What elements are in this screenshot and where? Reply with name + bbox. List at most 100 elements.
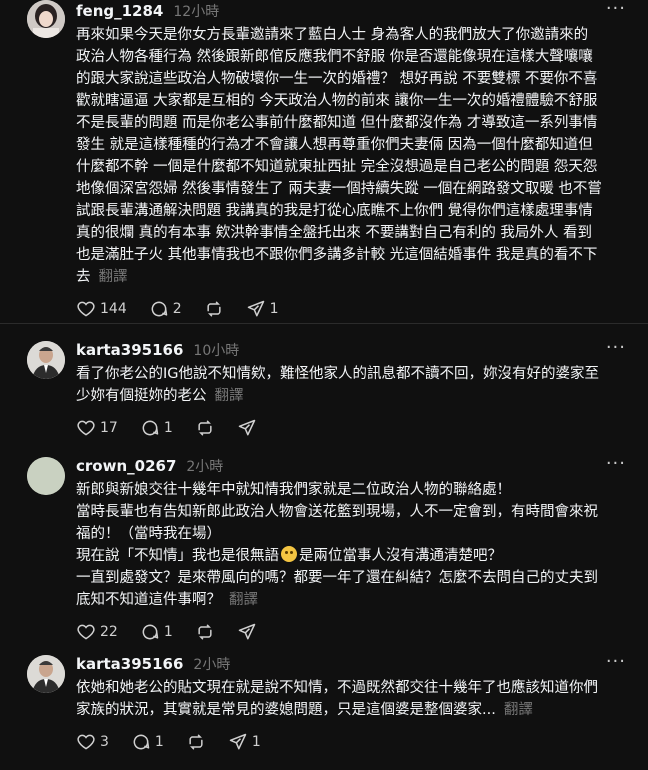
action-bar: 17 1: [76, 417, 628, 439]
avatar[interactable]: [27, 457, 65, 495]
text-line-content: 去: [76, 269, 91, 285]
post-text: 看了你老公的IG他說不知情欸，難怪他家人的訊息都不讀不回，妳沒有好的婆家至 少妳…: [76, 363, 628, 407]
translate-link[interactable]: 翻譯: [504, 702, 533, 718]
more-icon[interactable]: ···: [606, 339, 626, 357]
translate-link[interactable]: 翻譯: [229, 592, 258, 608]
comment-count: 1: [163, 624, 173, 640]
text-line: 少妳有個挺妳的老公 翻譯: [76, 385, 628, 407]
text-line: 底知不知道這件事啊？ 翻譯: [76, 589, 628, 611]
reply-post: feng_1284 12小時 ··· 再來如果今天是你女方長輩邀請來了藍白人士 …: [0, 0, 648, 320]
repost-icon: [189, 734, 203, 750]
like-count: 17: [100, 420, 118, 436]
heart-icon: [77, 734, 95, 750]
like-button[interactable]: 17: [76, 418, 118, 438]
heart-icon: [77, 301, 95, 317]
comment-button[interactable]: 2: [149, 299, 182, 319]
like-button[interactable]: 144: [76, 299, 127, 319]
username[interactable]: crown_0267: [76, 457, 176, 475]
translate-link[interactable]: 翻譯: [215, 388, 244, 404]
divider: [0, 323, 648, 324]
timestamp: 2小時: [186, 459, 224, 475]
repost-icon: [198, 420, 212, 436]
action-bar: 22 1: [76, 621, 628, 643]
like-count: 3: [100, 734, 109, 750]
repost-button[interactable]: [204, 299, 224, 319]
like-button[interactable]: 22: [76, 622, 118, 642]
more-icon[interactable]: ···: [606, 455, 626, 473]
text-line: 家族的狀況，其實就是常見的婆媳問題，只是這個婆是整個婆家... 翻譯: [76, 699, 628, 721]
avatar[interactable]: [27, 0, 65, 38]
text-line: 歡就瞎逼逼 大家都是互相的 今天政治人物的前來 讓你一生一次的婚禮體驗不舒服: [76, 93, 598, 109]
text-line-content: 是兩位當事人沒有溝通清楚吧？: [299, 548, 502, 564]
like-count: 22: [100, 624, 118, 640]
share-button[interactable]: [237, 622, 257, 642]
username[interactable]: karta395166: [76, 341, 183, 359]
more-icon[interactable]: ···: [606, 653, 626, 671]
action-bar: 3 1 1: [76, 731, 628, 753]
post-header: karta395166 10小時: [76, 339, 628, 361]
text-line: 不是長輩的問題 而是你老公事前什麼都知道 但什麼都沒作為 才導致這一系列事情: [76, 115, 598, 131]
repost-button[interactable]: [195, 418, 215, 438]
share-icon: [238, 623, 255, 640]
text-line-content: 現在說「不知情」我也是很無語: [76, 548, 279, 564]
comment-button[interactable]: 1: [131, 732, 164, 752]
thread-feed: feng_1284 12小時 ··· 再來如果今天是你女方長輩邀請來了藍白人士 …: [0, 0, 648, 770]
avatar[interactable]: [27, 341, 65, 379]
post-header: crown_0267 2小時: [76, 455, 628, 477]
text-line-content: 少妳有個挺妳的老公: [76, 388, 207, 404]
text-line: 真的很爛 真的有本事 欸洪幹事情全盤托出來 不要講對自己有利的 我局外人 看到: [76, 225, 593, 241]
post-text: 依她和她老公的貼文現在就是說不知情，不過既然都交往十幾年了也應該知道你們 家族的…: [76, 677, 628, 721]
comment-count: 1: [154, 734, 164, 750]
rolling-eyes-emoji-icon: [281, 546, 297, 562]
share-count: 1: [251, 734, 261, 750]
text-line: 發生 就是這樣種種的行為才不會讓人想再尊重你們夫妻倆 因為一個什麼都知道但: [76, 137, 593, 153]
more-icon[interactable]: ···: [606, 0, 626, 18]
share-button[interactable]: 1: [246, 299, 279, 319]
comment-button[interactable]: 1: [140, 622, 173, 642]
comment-icon: [133, 734, 150, 750]
reply-post: crown_0267 2小時 ··· 新郎與新娘交往十幾年中就知情我們家就是二位…: [0, 455, 648, 643]
post-text: 再來如果今天是你女方長輩邀請來了藍白人士 身為客人的我們放大了你邀請來的 政治人…: [76, 24, 628, 288]
post-header: karta395166 2小時: [76, 653, 628, 675]
heart-icon: [77, 420, 95, 436]
text-line: 也是滿肚子火 其他事情我也不跟你們多講多計較 光這個結婚事件 我是真的看不下: [76, 247, 598, 263]
share-button[interactable]: [237, 418, 257, 438]
text-line: 的跟大家說這些政治人物破壞你一生一次的婚禮？ 想好再說 不要雙標 不要你不喜: [76, 71, 598, 87]
post-text: 新郎與新娘交往十幾年中就知情我們家就是二位政治人物的聯絡處！ 當時長輩也有告知新…: [76, 479, 628, 611]
avatar[interactable]: [27, 655, 65, 693]
repost-icon: [198, 624, 212, 640]
text-line: 再來如果今天是你女方長輩邀請來了藍白人士 身為客人的我們放大了你邀請來的: [76, 27, 589, 43]
share-icon: [247, 300, 264, 317]
repost-button[interactable]: [186, 732, 206, 752]
action-bar: 144 2 1: [76, 298, 628, 320]
translate-link[interactable]: 翻譯: [99, 269, 128, 285]
post-header: feng_1284 12小時: [76, 0, 628, 22]
reply-post: karta395166 2小時 ··· 依她和她老公的貼文現在就是說不知情，不過…: [0, 653, 648, 753]
comment-count: 1: [163, 420, 173, 436]
comment-icon: [142, 624, 159, 640]
share-button[interactable]: 1: [228, 732, 261, 752]
repost-button[interactable]: [195, 622, 215, 642]
text-line: 看了你老公的IG他說不知情欸，難怪他家人的訊息都不讀不回，妳沒有好的婆家至: [76, 366, 600, 382]
text-line: 新郎與新娘交往十幾年中就知情我們家就是二位政治人物的聯絡處！: [76, 482, 511, 498]
timestamp: 10小時: [193, 343, 240, 359]
username[interactable]: feng_1284: [76, 2, 163, 20]
text-line: 去翻譯: [76, 266, 628, 288]
comment-icon: [142, 420, 159, 436]
comment-button[interactable]: 1: [140, 418, 173, 438]
repost-icon: [207, 301, 221, 317]
username[interactable]: karta395166: [76, 655, 183, 673]
text-line: 依她和她老公的貼文現在就是說不知情，不過既然都交往十幾年了也應該知道你們: [76, 680, 598, 696]
text-line-content: 底知不知道這件事啊？: [76, 592, 221, 608]
heart-icon: [77, 624, 95, 640]
share-count: 1: [269, 301, 279, 317]
text-line: 現在說「不知情」我也是很無語 是兩位當事人沒有溝通清楚吧？: [76, 545, 628, 567]
like-button[interactable]: 3: [76, 732, 109, 752]
timestamp: 2小時: [193, 657, 231, 673]
text-line: 政治人物各種行為 然後跟新郎倌反應我們不舒服 你是否還能像現在這樣大聲嚷嚷: [76, 49, 593, 65]
text-line: 當時長輩也有告知新郎此政治人物會送花籃到現場，人不一定會到，有時間會來祝: [76, 504, 598, 520]
text-line: 福的！（當時我在場）: [76, 526, 221, 542]
comment-count: 2: [172, 301, 182, 317]
text-line-content: 家族的狀況，其實就是常見的婆媳問題，只是這個婆是整個婆家...: [76, 702, 496, 718]
like-count: 144: [100, 301, 127, 317]
